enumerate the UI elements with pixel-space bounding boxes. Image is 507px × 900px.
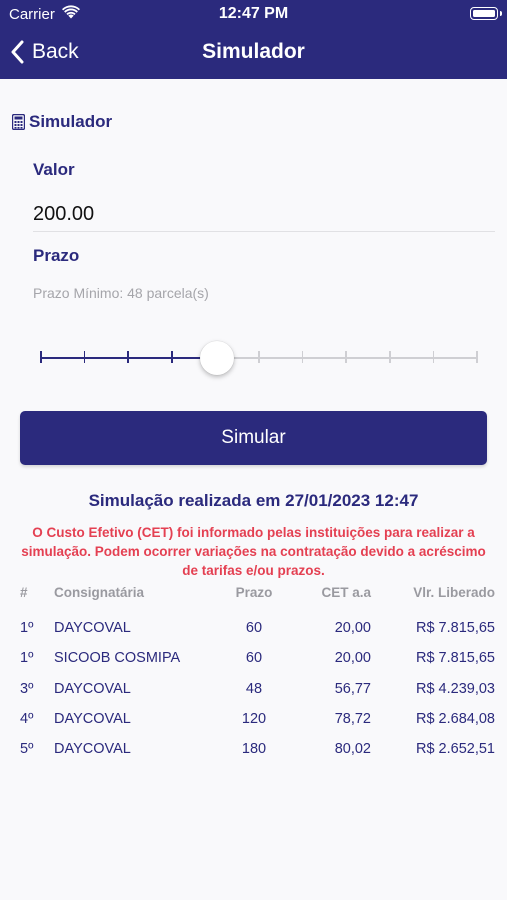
slider-tick [432, 351, 435, 363]
cell-name: DAYCOVAL [54, 680, 131, 697]
column-header-cet: CET a.a [321, 585, 371, 600]
cell-valor: R$ 4.239,03 [415, 680, 495, 697]
cell-prazo: 48 [245, 680, 263, 697]
slider-tick [258, 351, 260, 363]
section-title: Simulador [12, 112, 112, 132]
status-time: 12:47 PM [218, 5, 289, 22]
slider-track-filled [41, 357, 218, 359]
cell-rank: 1º [20, 650, 34, 667]
cell-valor: R$ 7.815,65 [415, 620, 495, 636]
cell-rank: 3º [20, 680, 34, 697]
cell-prazo: 180 [241, 741, 267, 758]
cell-name: DAYCOVAL [54, 620, 131, 636]
slider-tick [389, 351, 391, 363]
cell-cet: 20,00 [334, 620, 371, 636]
table-row: 5º DAYCOVAL 180 80,02 R$ 2.652,51 [0, 741, 507, 765]
prazo-hint: Prazo Mínimo: 48 parcela(s) [33, 285, 209, 301]
cell-prazo: 60 [245, 620, 263, 636]
section-title-label: Simulador [29, 112, 113, 131]
cell-prazo: 60 [245, 650, 263, 667]
table-header-row: # Consignatária Prazo CET a.a Vlr. Liber… [0, 585, 507, 609]
column-header-valor-liberado: Vlr. Liberado [413, 585, 495, 600]
slider-thumb[interactable] [200, 341, 235, 375]
cell-name: DAYCOVAL [54, 710, 131, 727]
valor-input[interactable] [33, 196, 495, 232]
valor-label: Valor [33, 160, 75, 179]
slider-tick [301, 351, 304, 363]
cell-name: DAYCOVAL [54, 741, 131, 758]
column-header-consignataria: Consignatária [54, 585, 145, 600]
simulate-button[interactable]: Simular [20, 411, 487, 465]
valor-divider [33, 231, 495, 232]
table-row: 4º DAYCOVAL 120 78,72 R$ 2.684,08 [0, 711, 507, 735]
cell-cet: 56,77 [334, 680, 371, 697]
slider-tick [476, 351, 478, 363]
calculator-icon [12, 114, 25, 130]
cell-rank: 4º [20, 710, 34, 727]
slider-tick [171, 351, 173, 363]
simulation-result-title: Simulação realizada em 27/01/2023 12:47 [88, 491, 419, 510]
cell-rank: 1º [20, 620, 34, 636]
slider-tick [345, 351, 347, 363]
column-header-rank: # [20, 585, 28, 600]
slider-tick [40, 351, 42, 363]
cell-valor: R$ 2.684,08 [415, 710, 495, 727]
battery-icon [470, 7, 498, 20]
prazo-slider[interactable] [38, 338, 480, 378]
page-title: Simulador [202, 40, 305, 63]
table-row: 3º DAYCOVAL 48 56,77 R$ 4.239,03 [0, 681, 507, 705]
table-row: 1º SICOOB COSMIPA 60 20,00 R$ 7.815,65 [0, 650, 507, 674]
cet-disclaimer: O Custo Efetivo (CET) foi informado pela… [21, 525, 486, 578]
cell-rank: 5º [20, 741, 34, 758]
cell-prazo: 120 [241, 710, 267, 727]
column-header-prazo: Prazo [235, 585, 273, 600]
slider-track-remaining [217, 357, 477, 359]
cell-valor: R$ 2.652,51 [415, 741, 495, 758]
prazo-label: Prazo [33, 246, 80, 265]
status-bar: Carrier 12:47 PM [0, 0, 507, 28]
cell-valor: R$ 7.815,65 [415, 650, 495, 667]
slider-tick [127, 351, 129, 363]
cell-cet: 20,00 [334, 650, 371, 667]
slider-tick [83, 351, 86, 363]
cell-cet: 80,02 [334, 741, 371, 758]
table-row: 1º DAYCOVAL 60 20,00 R$ 7.815,65 [0, 620, 507, 644]
cell-cet: 78,72 [334, 710, 371, 727]
cell-name: SICOOB COSMIPA [54, 650, 181, 667]
navigation-header: Carrier 12:47 PM Back Simulador [0, 0, 507, 79]
